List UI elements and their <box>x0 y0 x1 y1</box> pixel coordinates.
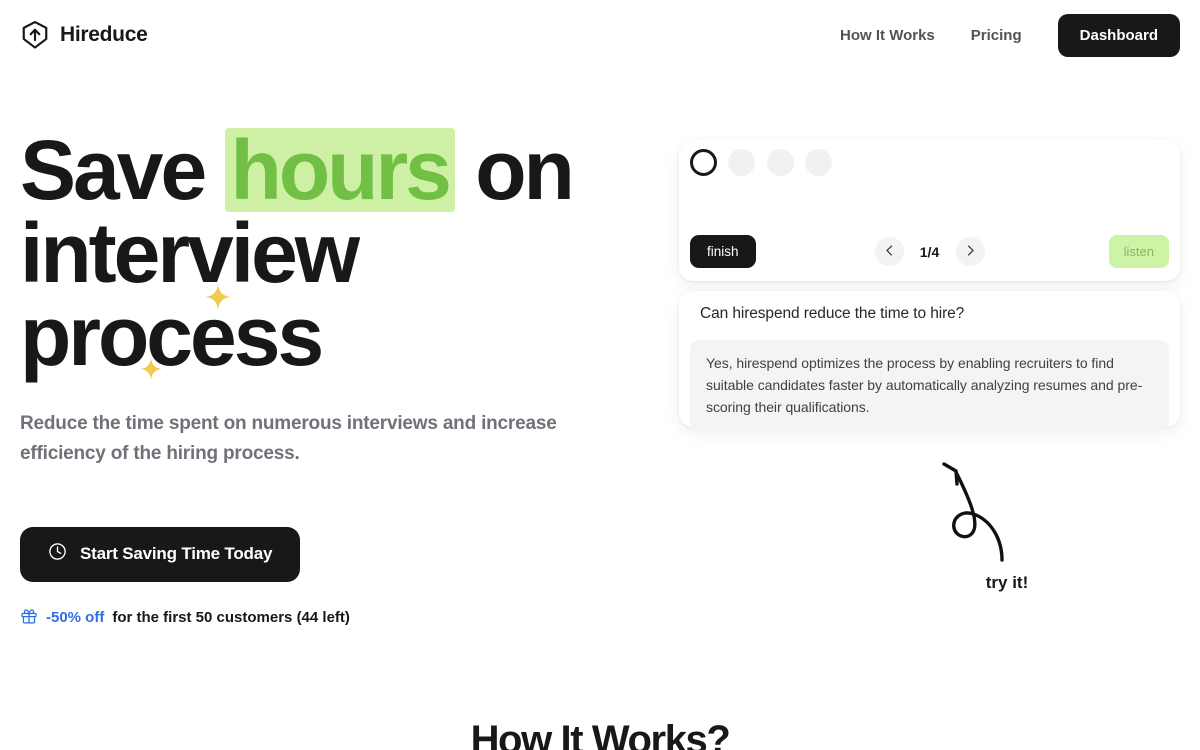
qa-card: Can hirespend reduce the time to hire? Y… <box>679 291 1180 432</box>
widget-controls: finish 1/4 listen <box>679 235 1180 268</box>
clock-icon <box>48 542 67 566</box>
next-section-title: How It Works? <box>470 718 731 750</box>
dashboard-button[interactable]: Dashboard <box>1057 13 1180 57</box>
listen-button[interactable]: listen <box>1108 235 1169 268</box>
chevron-right-icon <box>963 243 978 261</box>
main-nav: How It Works Pricing Dashboard <box>822 13 1180 57</box>
step-dot-4[interactable] <box>805 149 833 176</box>
interview-widget-card: finish 1/4 listen <box>679 140 1180 281</box>
step-dot-1[interactable] <box>690 149 717 176</box>
hero-subtitle: Reduce the time spent on numerous interv… <box>20 413 557 465</box>
pager-group: 1/4 <box>874 237 985 266</box>
prev-button[interactable] <box>874 237 904 266</box>
try-it-label: try it! <box>985 573 1029 592</box>
gift-icon <box>20 607 38 629</box>
step-indicator-group <box>690 149 990 185</box>
brand-name: Hireduce <box>60 23 148 46</box>
qa-question: Can hirespend reduce the time to hire? <box>700 305 965 322</box>
pager-count: 1/4 <box>919 243 940 260</box>
finish-button[interactable]: finish <box>690 235 756 268</box>
offer-text: for the first 50 customers (44 left) <box>112 609 350 626</box>
hero-content: Save hours on interview process Reduce t… <box>20 128 660 629</box>
nav-link-how-it-works[interactable]: How It Works <box>822 19 953 52</box>
curly-arrow-up-left-icon <box>930 460 1080 565</box>
headline-part-1: Save <box>20 123 207 217</box>
nav-link-pricing[interactable]: Pricing <box>953 19 1040 52</box>
offer-discount: -50% off <box>46 609 105 626</box>
shield-arrow-up-icon <box>20 20 50 50</box>
qa-answer: Yes, hirespend optimizes the process by … <box>690 340 1169 432</box>
offer-banner: -50% off for the first 50 customers (44 … <box>20 607 660 629</box>
brand-logo[interactable]: Hireduce <box>20 20 148 50</box>
landing-page: Hireduce How It Works Pricing Dashboard … <box>0 0 1200 750</box>
next-button[interactable] <box>955 237 985 266</box>
step-dot-3[interactable] <box>766 149 794 176</box>
hero-cta-row: Start Saving Time Today <box>20 526 660 582</box>
page-title: Save hours on interview process <box>20 128 660 380</box>
try-it-annotation: try it! <box>930 460 1080 593</box>
headline-highlight: hours <box>224 128 455 212</box>
site-header: Hireduce How It Works Pricing Dashboard <box>0 0 1200 70</box>
cta-label: Start Saving Time Today <box>80 544 273 563</box>
step-dot-2[interactable] <box>728 149 756 176</box>
chevron-left-icon <box>882 243 897 261</box>
start-saving-time-button[interactable]: Start Saving Time Today <box>20 526 301 582</box>
